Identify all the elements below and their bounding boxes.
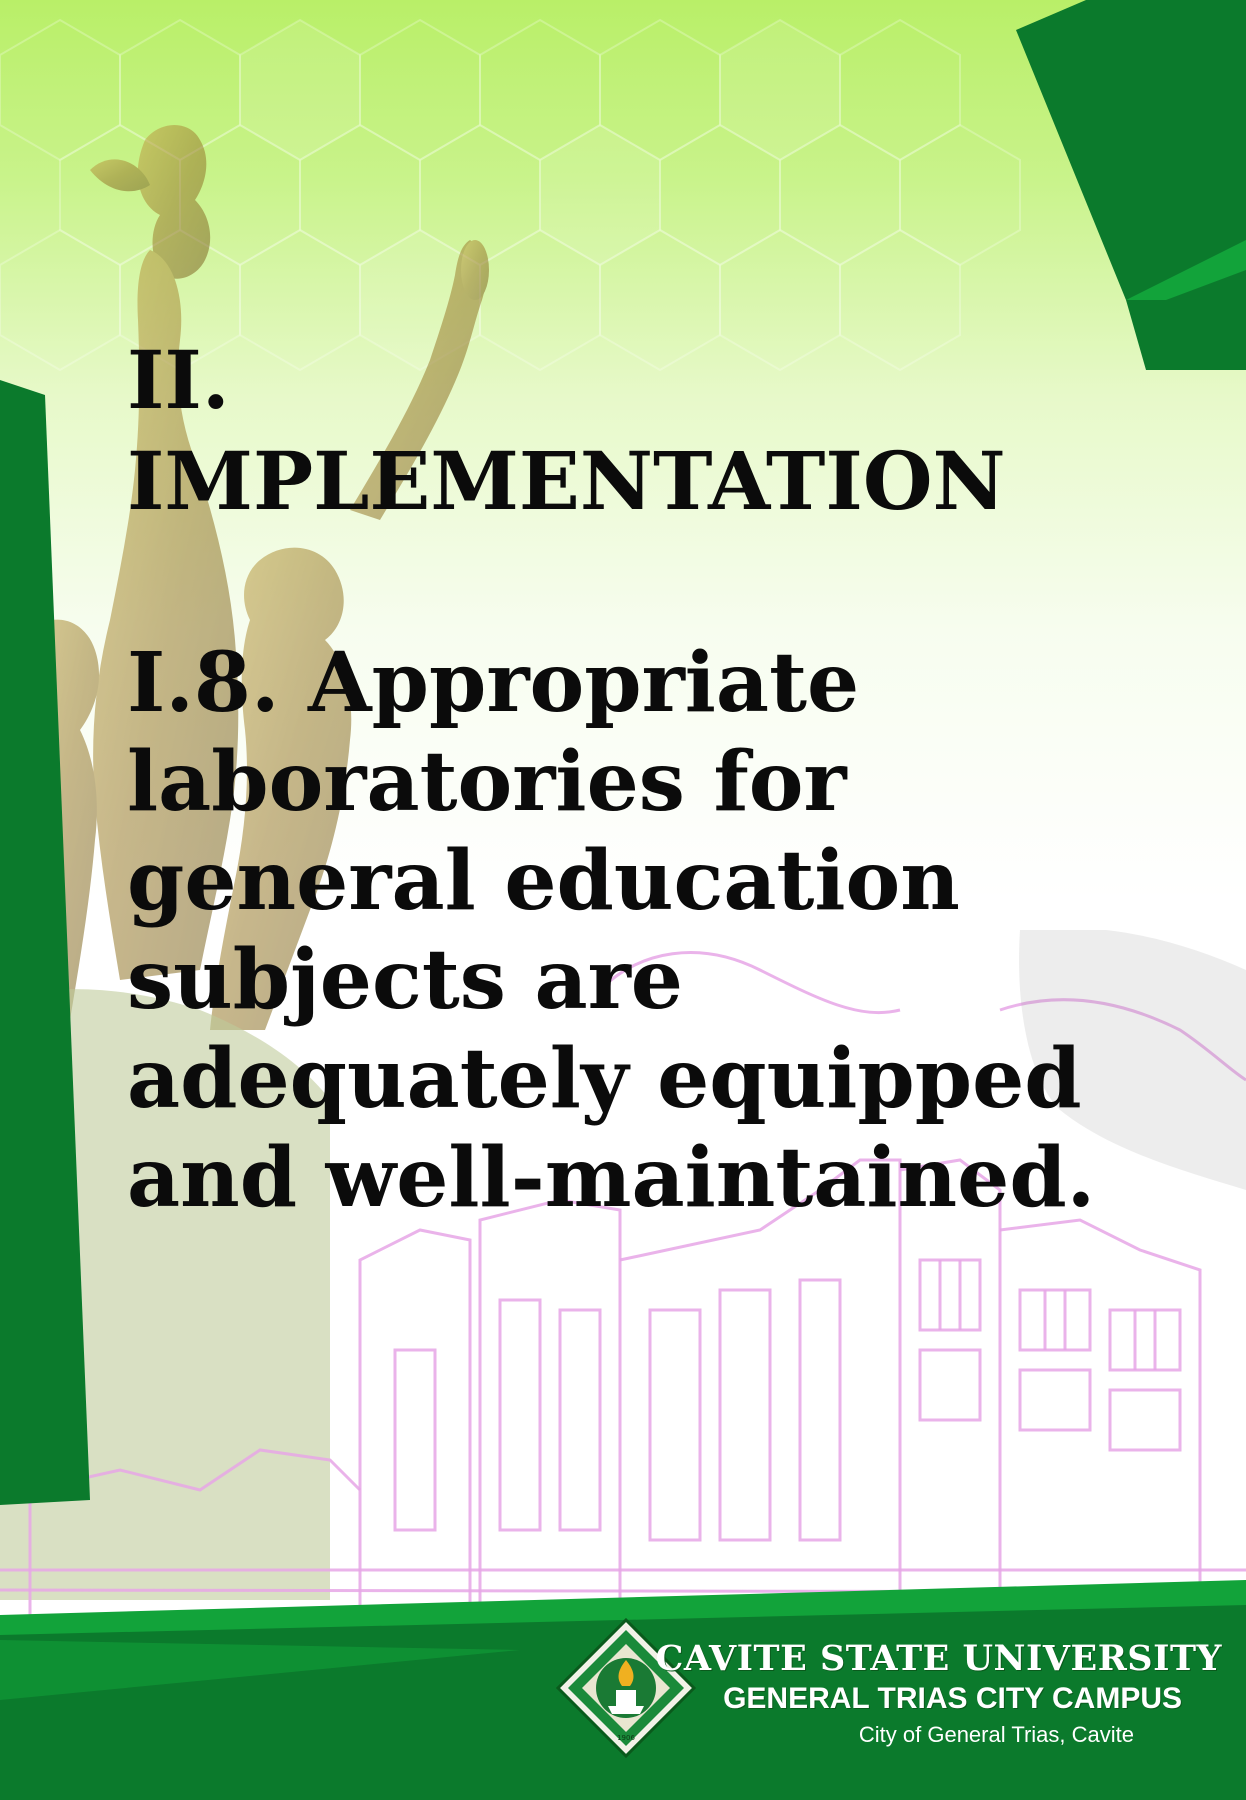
criterion-line: general education xyxy=(127,833,960,929)
seal-year: 1906 xyxy=(617,1734,635,1742)
criterion-line: subjects are xyxy=(127,932,683,1028)
corner-decoration xyxy=(1016,0,1246,370)
criterion-text: I.8. Appropriate laboratories for genera… xyxy=(127,634,1127,1228)
criterion-line: adequately equipped xyxy=(127,1031,1082,1127)
campus-name: GENERAL TRIAS CITY CAMPUS xyxy=(723,1682,1182,1715)
section-heading: II. IMPLEMENTATION xyxy=(127,330,1127,532)
campus-location: City of General Trias, Cavite xyxy=(858,1722,1134,1747)
poster-page: II. IMPLEMENTATION I.8. Appropriate labo… xyxy=(0,0,1246,1800)
university-identity: CAVITE STATE UNIVERSITY GENERAL TRIAS CI… xyxy=(640,1638,1230,1752)
section-title: IMPLEMENTATION xyxy=(127,434,1006,528)
university-name: CAVITE STATE UNIVERSITY xyxy=(655,1638,1222,1679)
main-text-block: II. IMPLEMENTATION I.8. Appropriate labo… xyxy=(127,330,1127,1228)
criterion-line: and well-maintained. xyxy=(127,1130,1096,1226)
criterion-line: I.8. Appropriate xyxy=(127,635,860,731)
section-number: II. xyxy=(127,333,230,427)
criterion-line: laboratories for xyxy=(127,734,847,830)
